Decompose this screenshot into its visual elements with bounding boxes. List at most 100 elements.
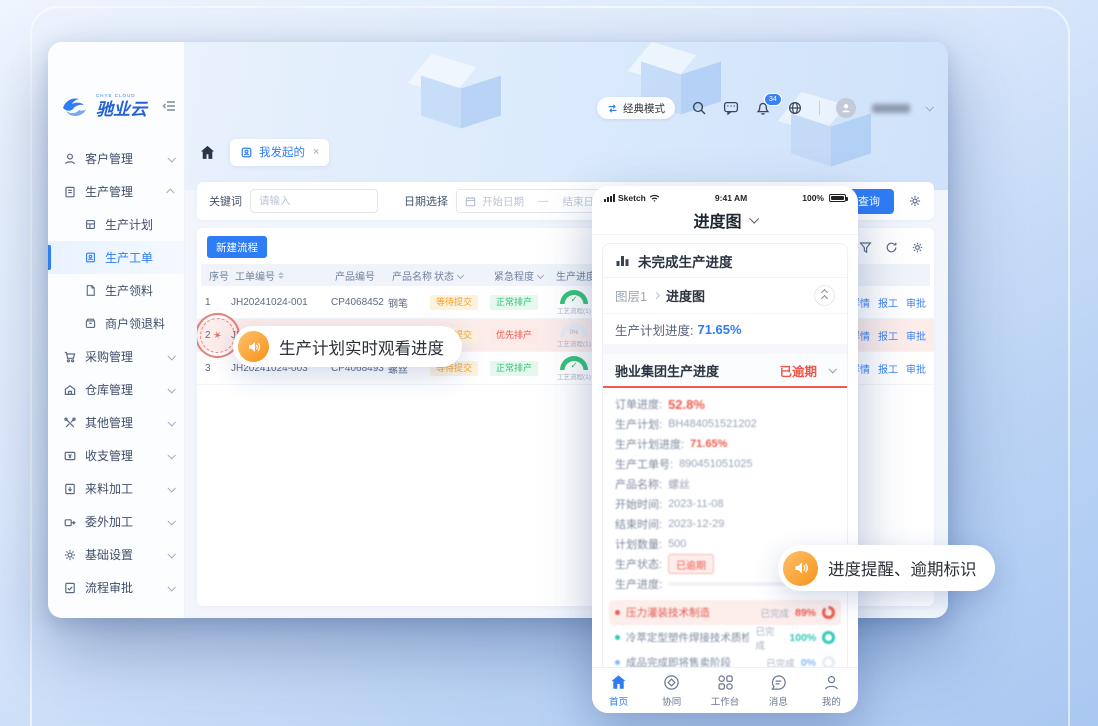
- bar-chart-icon: [615, 253, 630, 268]
- chevron-up-icon: [166, 188, 174, 196]
- keyword-input[interactable]: [250, 189, 378, 213]
- breadcrumb: 图层1 进度图: [603, 278, 847, 314]
- header-priority[interactable]: 紧急程度: [494, 268, 556, 283]
- sidebar-item-settings[interactable]: 基础设置: [48, 538, 184, 571]
- action-report[interactable]: 报工: [878, 361, 898, 376]
- document-in-icon: [63, 482, 77, 496]
- tab-messages[interactable]: 消息: [752, 668, 805, 713]
- workbench-grid-icon: [716, 673, 735, 692]
- chevron-down-icon: [167, 352, 175, 360]
- sidebar-collapse-icon[interactable]: [162, 99, 176, 113]
- group-progress-header[interactable]: 驰业集团生产进度 已逾期: [603, 354, 847, 388]
- user-icon: [822, 673, 841, 692]
- tab-profile[interactable]: 我的: [805, 668, 858, 713]
- priority-badge: 正常排产: [490, 295, 538, 310]
- sidebar-item-label: 流程审批: [85, 579, 133, 596]
- sidebar-item-production[interactable]: 生产管理: [48, 175, 184, 208]
- approval-icon: [63, 581, 77, 595]
- sidebar-item-merchant-return[interactable]: 商户领退料: [48, 307, 184, 340]
- sidebar-item-label: 生产领料: [105, 282, 153, 299]
- logo-subtitle: CHYE CLOUD: [96, 94, 147, 99]
- initiated-icon: [240, 146, 253, 159]
- user-icon: [63, 152, 77, 166]
- chevron-down-icon: [167, 550, 175, 558]
- tab-home[interactable]: 首页: [592, 668, 645, 713]
- battery-percent: 100%: [802, 193, 824, 203]
- filter-funnel-icon[interactable]: [859, 241, 872, 254]
- cell-order: JH20241024-001: [231, 297, 331, 308]
- sidebar-item-label: 采购管理: [85, 348, 133, 365]
- tab-workbench[interactable]: 工作台: [698, 668, 751, 713]
- bullet-icon: [615, 610, 620, 615]
- sidebar-item-approval[interactable]: 流程审批: [48, 571, 184, 604]
- refresh-icon[interactable]: [885, 241, 898, 254]
- action-report[interactable]: 报工: [878, 295, 898, 310]
- sidebar-item-label: 其他管理: [85, 414, 133, 431]
- warehouse-icon: [63, 383, 77, 397]
- tab-collaboration[interactable]: 协同: [645, 668, 698, 713]
- speaker-icon: [238, 331, 269, 362]
- action-approve[interactable]: 审批: [906, 328, 926, 343]
- cell-name: 钢笔: [388, 295, 430, 310]
- feature-callout-overdue: 进度提醒、逾期标识: [778, 545, 995, 591]
- classic-mode-toggle[interactable]: 经典模式: [597, 97, 675, 119]
- action-approve[interactable]: 审批: [906, 361, 926, 376]
- callout-text: 进度提醒、逾期标识: [828, 556, 977, 580]
- header-order[interactable]: 工单编号: [235, 268, 335, 283]
- breadcrumb-item-current: 进度图: [666, 286, 705, 305]
- plan-progress-row: 生产计划进度: 71.65%: [603, 314, 847, 344]
- table-settings-gear-icon[interactable]: [911, 241, 924, 254]
- notification-badge: 34: [764, 93, 782, 106]
- avatar[interactable]: [836, 98, 856, 118]
- phone-page-title[interactable]: 进度图: [592, 205, 858, 235]
- sidebar-item-customer[interactable]: 客户管理: [48, 142, 184, 175]
- home-icon[interactable]: [199, 144, 216, 161]
- process-gauge: ✓ 工艺流程(1): [552, 356, 596, 381]
- sidebar-item-outsourcing[interactable]: 委外加工: [48, 505, 184, 538]
- sidebar-item-finance[interactable]: 收支管理: [48, 439, 184, 472]
- task-item[interactable]: 冷萃定型塑件焊接技术质检 已完成 100%: [609, 625, 841, 650]
- sidebar-item-production-plan[interactable]: 生产计划: [48, 208, 184, 241]
- progress-ring-icon: [822, 631, 835, 644]
- sidebar-item-work-order[interactable]: 生产工单: [48, 241, 184, 274]
- topbar: 经典模式 34: [597, 96, 932, 120]
- message-icon[interactable]: [723, 100, 739, 116]
- wifi-icon: [649, 194, 660, 203]
- collaboration-icon: [662, 673, 681, 692]
- cell-no: 3: [205, 363, 231, 374]
- sidebar-item-label: 来料加工: [85, 480, 133, 497]
- sidebar-item-label: 仓库管理: [85, 381, 133, 398]
- document-icon: [84, 284, 97, 297]
- sort-icon[interactable]: [278, 272, 284, 279]
- chevron-down-icon: [167, 583, 175, 591]
- sidebar-item-other[interactable]: 其他管理: [48, 406, 184, 439]
- close-tab-icon[interactable]: ×: [313, 146, 319, 158]
- sidebar-item-purchase[interactable]: 采购管理: [48, 340, 184, 373]
- header-status[interactable]: 状态: [434, 268, 494, 283]
- carrier-label: Sketch: [618, 193, 646, 203]
- breadcrumb-item[interactable]: 图层1: [615, 286, 647, 305]
- globe-icon[interactable]: [787, 100, 803, 116]
- chevron-right-icon: [653, 292, 660, 299]
- new-process-button[interactable]: 新建流程: [207, 236, 267, 258]
- search-icon[interactable]: [691, 100, 707, 116]
- card-header: 未完成生产进度: [603, 244, 847, 278]
- notifications-bell-icon[interactable]: 34: [755, 100, 771, 116]
- action-report[interactable]: 报工: [878, 328, 898, 343]
- chevron-down-icon: [749, 214, 759, 224]
- tab-label: 我发起的: [259, 144, 305, 160]
- tab-my-initiated[interactable]: 我发起的 ×: [230, 139, 329, 166]
- task-item[interactable]: 压力灌装技术制造 已完成 89%: [609, 600, 841, 625]
- collapse-button[interactable]: [814, 285, 835, 306]
- order-progress-value: 52.8%: [668, 397, 705, 412]
- bullet-icon: [615, 660, 620, 665]
- action-approve[interactable]: 审批: [906, 295, 926, 310]
- card-title: 未完成生产进度: [638, 251, 733, 271]
- sidebar-item-material-pick[interactable]: 生产领料: [48, 274, 184, 307]
- keyword-label: 关键词: [209, 193, 242, 209]
- divider: [819, 101, 820, 115]
- sidebar-item-incoming[interactable]: 来料加工: [48, 472, 184, 505]
- sidebar-item-warehouse[interactable]: 仓库管理: [48, 373, 184, 406]
- header-code: 产品编号: [335, 268, 392, 283]
- filter-settings-gear-icon[interactable]: [908, 194, 922, 208]
